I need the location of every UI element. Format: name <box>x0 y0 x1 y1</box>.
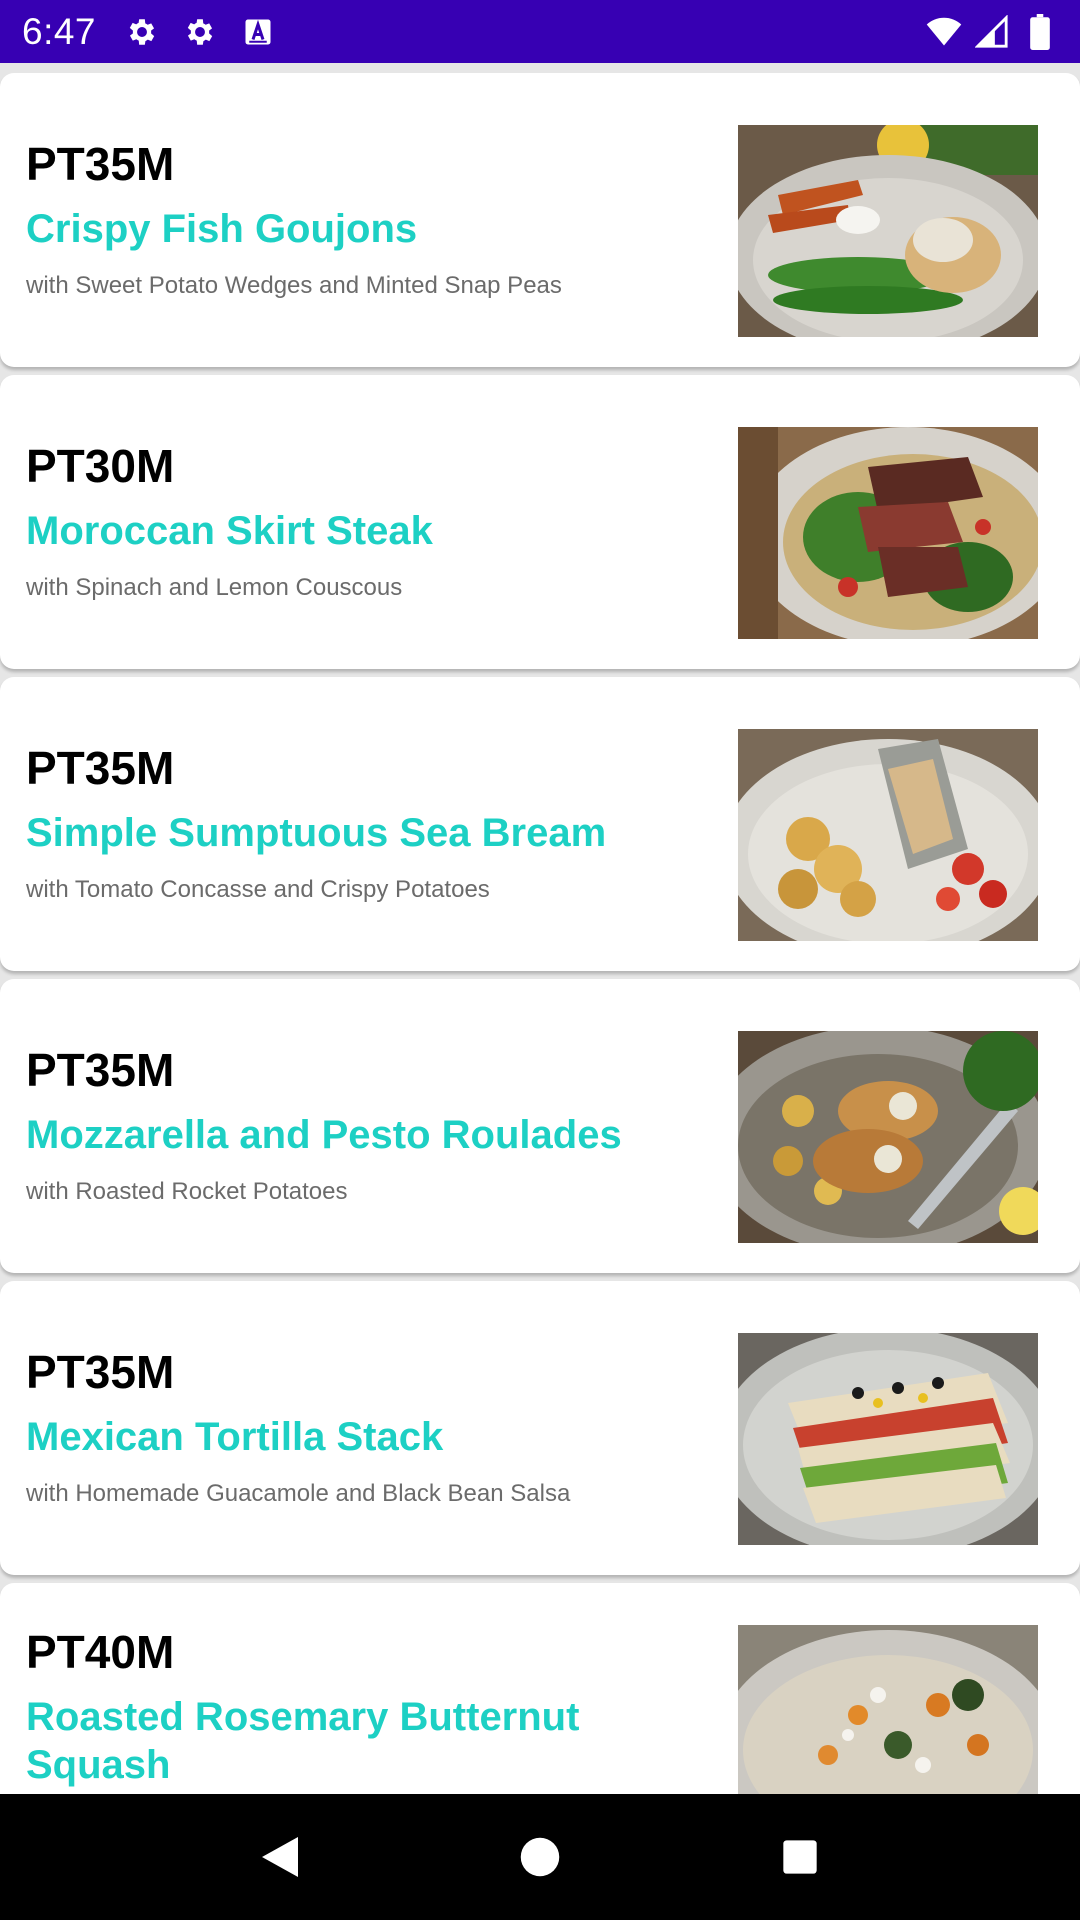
butternut-squash-photo <box>738 1625 1038 1794</box>
skirt-steak-photo <box>738 427 1038 639</box>
gear-icon <box>124 14 160 50</box>
recents-icon[interactable] <box>770 1827 830 1887</box>
recipe-text: PT35M Mexican Tortilla Stack with Homema… <box>26 1345 706 1509</box>
recipe-card[interactable]: PT35M Crispy Fish Goujons with Sweet Pot… <box>0 73 1080 367</box>
cell-signal-icon <box>974 14 1010 50</box>
recipe-title: Moroccan Skirt Steak <box>26 509 433 553</box>
battery-icon <box>1022 13 1058 50</box>
recipe-list[interactable]: PT35M Crispy Fish Goujons with Sweet Pot… <box>0 63 1080 1794</box>
status-bar: 6:47 <box>0 0 1080 63</box>
recipe-subtitle: with Tomato Concasse and Crispy Potatoes <box>26 876 490 903</box>
recipe-title: Mexican Tortilla Stack <box>26 1415 444 1459</box>
recipe-text: PT35M Crispy Fish Goujons with Sweet Pot… <box>26 137 706 301</box>
recipe-text: PT35M Simple Sumptuous Sea Bream with To… <box>26 741 706 905</box>
recipe-time: PT40M <box>26 1626 175 1678</box>
recipe-card[interactable]: PT35M Mozzarella and Pesto Roulades with… <box>0 979 1080 1273</box>
recipe-card[interactable]: PT35M Mexican Tortilla Stack with Homema… <box>0 1281 1080 1575</box>
recipe-title: Simple Sumptuous Sea Bream <box>26 811 607 855</box>
recipe-time: PT30M <box>26 440 175 492</box>
fish-goujons-photo <box>738 125 1038 337</box>
back-icon[interactable] <box>250 1827 310 1887</box>
recipe-text: PT40M Roasted Rosemary Butternut Squash <box>26 1625 706 1789</box>
recipe-title: Mozzarella and Pesto Roulades <box>26 1113 622 1157</box>
status-right-icons <box>914 13 1058 50</box>
recipe-title: Crispy Fish Goujons <box>26 207 418 251</box>
recipe-subtitle: with Sweet Potato Wedges and Minted Snap… <box>26 272 562 299</box>
recipe-card[interactable]: PT40M Roasted Rosemary Butternut Squash <box>0 1583 1080 1794</box>
recipe-card[interactable]: PT30M Moroccan Skirt Steak with Spinach … <box>0 375 1080 669</box>
home-icon[interactable] <box>510 1827 570 1887</box>
status-time: 6:47 <box>22 10 97 52</box>
keyboard-a-icon <box>240 14 276 50</box>
sea-bream-photo <box>738 729 1038 941</box>
recipe-text: PT35M Mozzarella and Pesto Roulades with… <box>26 1043 706 1207</box>
recipe-card[interactable]: PT35M Simple Sumptuous Sea Bream with To… <box>0 677 1080 971</box>
tortilla-stack-photo <box>738 1333 1038 1545</box>
recipe-subtitle: with Roasted Rocket Potatoes <box>26 1178 348 1205</box>
wifi-icon <box>926 14 962 50</box>
recipe-time: PT35M <box>26 1346 175 1398</box>
recipe-subtitle: with Spinach and Lemon Couscous <box>26 574 403 601</box>
navigation-bar <box>0 1794 1080 1920</box>
recipe-time: PT35M <box>26 742 175 794</box>
gear-icon <box>182 14 218 50</box>
recipe-time: PT35M <box>26 138 175 190</box>
roulades-photo <box>738 1031 1038 1243</box>
recipe-title: Roasted Rosemary Butternut Squash <box>26 1695 580 1787</box>
recipe-time: PT35M <box>26 1044 175 1096</box>
recipe-subtitle: with Homemade Guacamole and Black Bean S… <box>26 1480 571 1507</box>
recipe-text: PT30M Moroccan Skirt Steak with Spinach … <box>26 439 706 603</box>
